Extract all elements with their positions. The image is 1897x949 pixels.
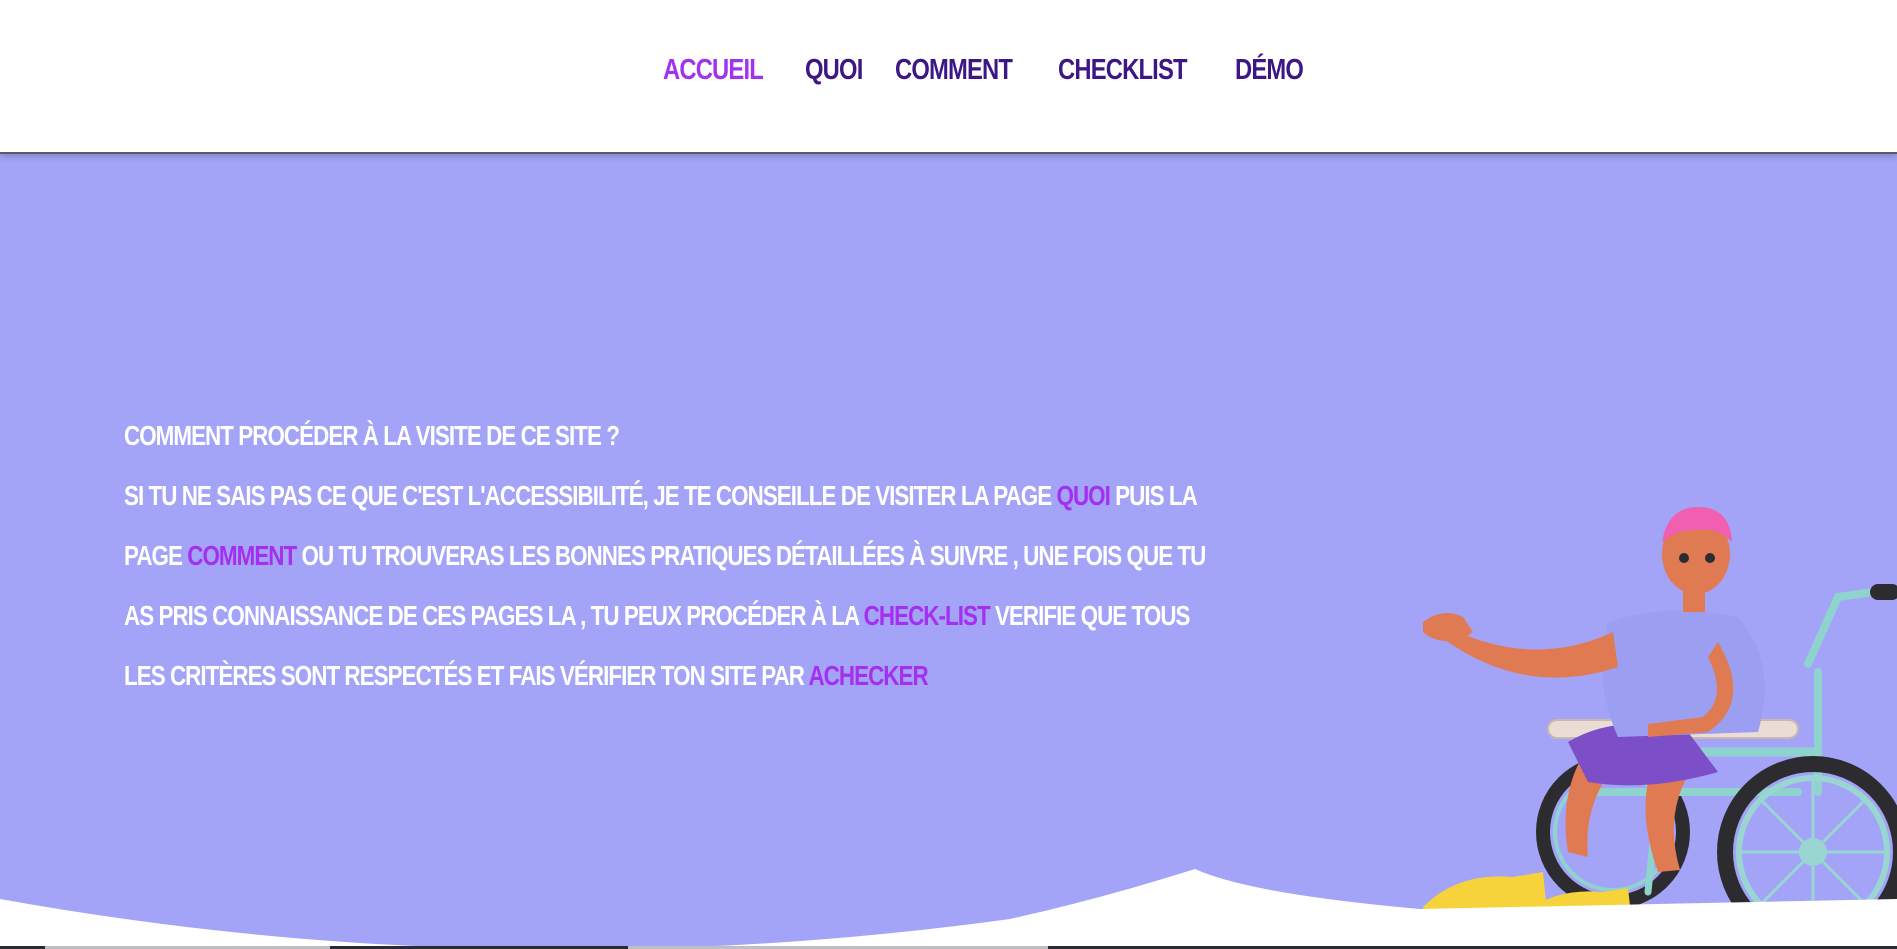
bottom-wave [0,869,1897,949]
push-handle [1870,584,1897,600]
intro-line-2-text: PAGE [124,540,188,571]
intro-line-1-end: PUIS LA [1109,480,1198,511]
right-eye [1705,553,1715,563]
nav-link-accueil[interactable]: ACCUEIL [663,54,764,87]
top-navigation: ACCUEIL QUOI COMMENT CHECKLIST DÉMO [0,0,1897,154]
intro-title: COMMENT PROCÉDER À LA VISITE DE CE SITE … [124,420,620,451]
intro-line-1: SI TU NE SAIS PAS CE QUE C'EST L'ACCESSI… [124,466,1198,526]
nav-link-demo[interactable]: DÉMO [1235,54,1304,87]
nav-link-quoi[interactable]: QUOI [805,54,863,87]
intro-line-2-end: OU TU TROUVERAS LES BONNES PRATIQUES DÉT… [296,540,1207,571]
t-shirt [1602,610,1765,737]
link-quoi[interactable]: QUOI [1056,480,1110,511]
left-eye [1679,553,1689,563]
link-check-list[interactable]: CHECK-LIST [864,600,991,631]
intro-line-3-end: VERIFIE QUE TOUS [989,600,1191,631]
link-comment[interactable]: COMMENT [187,540,297,571]
hero-section: COMMENT PROCÉDER À LA VISITE DE CE SITE … [0,154,1897,949]
nav-item-comment: COMMENT [895,54,1020,87]
nav-item-demo: DÉMO [1235,54,1304,87]
nav-item-checklist: CHECKLIST [1058,54,1197,87]
intro-text: COMMENT PROCÉDER À LA VISITE DE CE SITE … [124,406,1206,706]
intro-line-4: LES CRITÈRES SONT RESPECTÉS ET FAIS VÉRI… [124,646,988,706]
intro-line-1-text: SI TU NE SAIS PAS CE QUE C'EST L'ACCESSI… [124,480,1057,511]
nav-list: ACCUEIL QUOI COMMENT CHECKLIST DÉMO [663,54,1304,87]
nav-link-checklist[interactable]: CHECKLIST [1058,54,1188,87]
nav-item-quoi: QUOI [805,54,863,87]
intro-line-2: PAGE COMMENT OU TU TROUVERAS LES BONNES … [124,526,1206,586]
intro-line-4-text: LES CRITÈRES SONT RESPECTÉS ET FAIS VÉRI… [124,660,809,691]
intro-line-3-text: AS PRIS CONNAISSANCE DE CES PAGES LA , T… [124,600,864,631]
nav-link-comment[interactable]: COMMENT [895,54,1013,87]
link-achecker[interactable]: ACHECKER [808,660,928,691]
nav-item-accueil: ACCUEIL [663,54,767,87]
intro-line-3: AS PRIS CONNAISSANCE DE CES PAGES LA , T… [124,586,1190,646]
